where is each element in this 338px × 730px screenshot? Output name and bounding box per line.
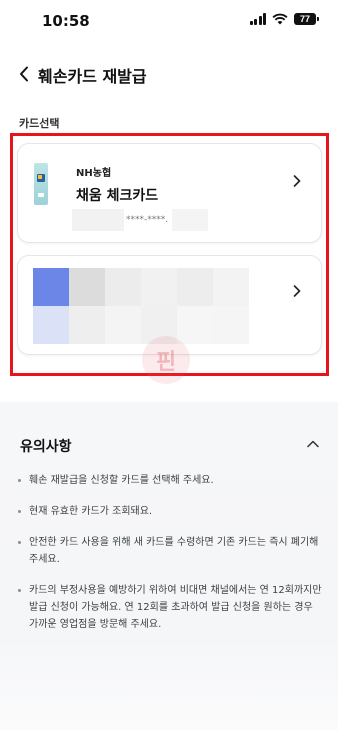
wifi-icon [272,13,288,25]
page-title: 훼손카드 재발급 [38,67,147,86]
chevron-right-icon [291,174,303,188]
signal-icon [249,13,266,25]
card-bank-name: NH농협 [76,168,112,179]
blurred-segment [72,209,124,231]
notice-item: 안전한 카드 사용을 위해 새 카드를 수령하면 기존 카드는 즉시 폐기해 주… [18,534,322,568]
card-item-nh[interactable]: NH농협 채움 체크카드 ****-****. [17,143,322,243]
chevron-up-icon [307,440,319,448]
notice-title: 유의사항 [20,439,72,455]
status-bar: 10:58 77 [0,0,338,44]
blurred-segment [172,209,209,231]
header: 훼손카드 재발급 [0,56,338,92]
chevron-right-icon [291,284,303,298]
card-product-name: 채움 체크카드 [76,188,159,204]
status-icons: 77 [249,13,319,25]
notice-list: 훼손 재발급을 신청할 카드를 선택해 주세요. 현재 유효한 카드가 조회돼요… [18,472,322,647]
watermark-logo: 핀 [142,336,190,384]
status-time: 10:58 [42,12,90,30]
battery-icon: 77 [294,13,319,25]
card-masked-number: ****-****. [126,215,169,225]
notice-section: 유의사항 훼손 재발급을 신청할 카드를 선택해 주세요. 현재 유효한 카드가… [0,402,338,730]
notice-item: 훼손 재발급을 신청할 카드를 선택해 주세요. [18,472,322,489]
back-button[interactable] [12,60,36,88]
blurred-card-info [33,268,253,344]
collapse-button[interactable] [306,438,320,450]
card-thumbnail [34,163,48,205]
back-chevron-icon [20,66,28,82]
notice-item: 현재 유효한 카드가 조회돼요. [18,503,322,520]
card-number: ****-****. [72,209,209,231]
section-label: 카드선택 [19,117,60,130]
notice-item: 카드의 부정사용을 예방하기 위하여 비대면 채널에서는 연 12회까지만 발급… [18,582,322,633]
